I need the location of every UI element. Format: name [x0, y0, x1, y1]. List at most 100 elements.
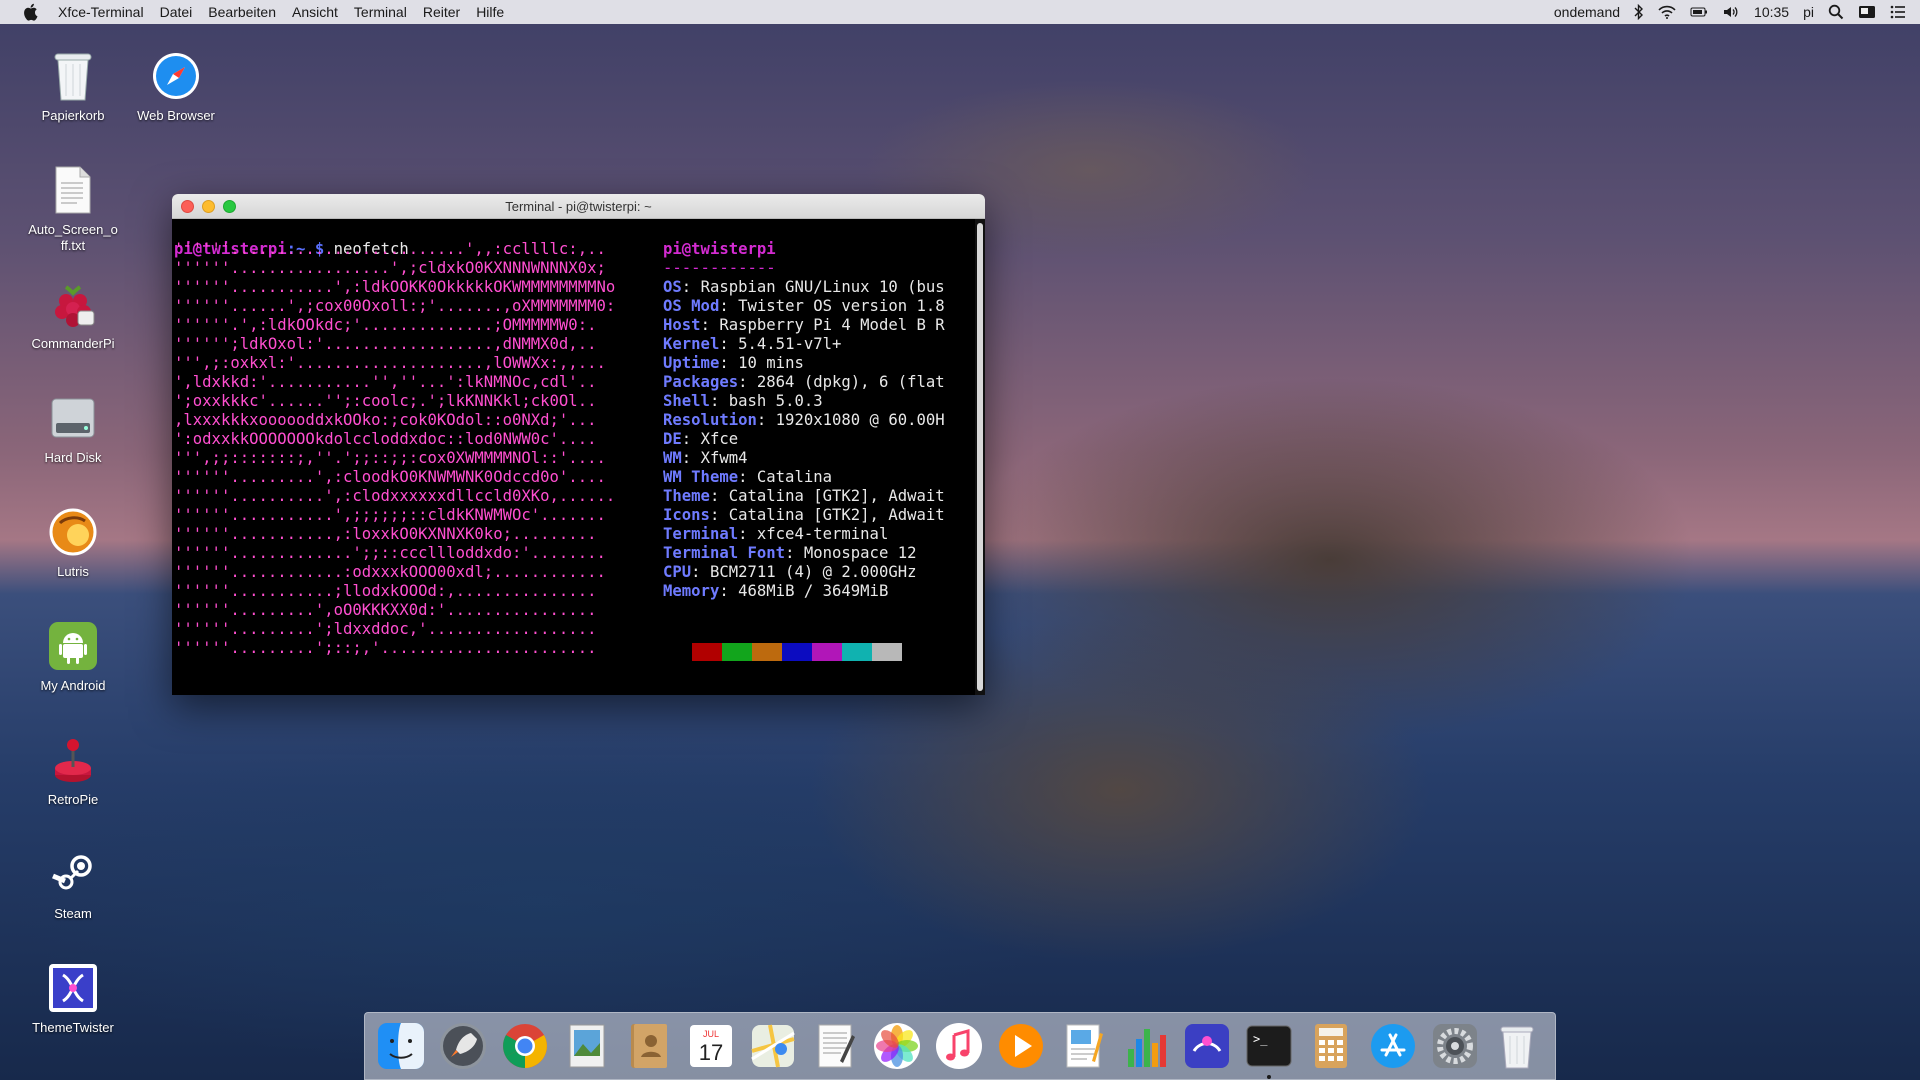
- desktop-icon-label: Hard Disk: [44, 450, 102, 465]
- info-colon: :: [785, 544, 804, 562]
- info-value: Monospace 12: [803, 544, 917, 562]
- dock-system-preferences[interactable]: [1429, 1020, 1481, 1072]
- info-key: Theme: [663, 487, 710, 505]
- dock-photos[interactable]: [871, 1020, 923, 1072]
- chrome-icon: [503, 1024, 547, 1068]
- dock-maps[interactable]: [747, 1020, 799, 1072]
- info-value: bash 5.0.3: [728, 392, 823, 410]
- dock-textedit[interactable]: [809, 1020, 861, 1072]
- dock-finder[interactable]: [375, 1020, 427, 1072]
- contacts-icon: [631, 1024, 667, 1068]
- notification-list-icon[interactable]: [1890, 5, 1906, 19]
- info-key: OS Mod: [663, 297, 720, 315]
- desktop-icon-my-android[interactable]: My Android: [13, 618, 133, 694]
- ascii-art-line: ''''''.........',oO0KKKXX0d:'...........…: [174, 601, 597, 619]
- info-colon: :: [681, 278, 701, 296]
- info-value: Raspberry Pi 4 Model B R: [719, 316, 945, 334]
- top-menu-bar: Xfce-Terminal Datei Bearbeiten Ansicht T…: [0, 0, 1920, 24]
- desktop-icon-web-browser[interactable]: Web Browser: [116, 48, 236, 124]
- info-key: Packages: [663, 373, 739, 391]
- color-swatch: [752, 643, 782, 661]
- info-value: BCM2711 (4) @ 2.000GHz: [709, 563, 917, 581]
- apple-menu-icon[interactable]: [20, 2, 40, 22]
- calendar-icon: JUL17: [690, 1025, 732, 1067]
- dock-preview[interactable]: [561, 1020, 613, 1072]
- terminal-output[interactable]: pi@twisterpi:~ $ neofetch ''''''.........…: [172, 219, 985, 695]
- terminal-window[interactable]: Terminal - pi@twisterpi: ~ pi@twisterpi:…: [172, 194, 985, 695]
- battery-icon[interactable]: [1690, 6, 1708, 18]
- desktop-icon-retropie[interactable]: RetroPie: [13, 732, 133, 808]
- dock: JUL 17 >_: [364, 1012, 1556, 1080]
- maps-icon: [751, 1024, 795, 1068]
- dock-chrome[interactable]: [499, 1020, 551, 1072]
- menu-ansicht[interactable]: Ansicht: [292, 4, 338, 20]
- menu-datei[interactable]: Datei: [160, 4, 193, 20]
- info-colon: :: [738, 468, 757, 486]
- ascii-art-line: ''''''.........',:cloodkO0KNWMWNK0Odccd0…: [174, 468, 606, 486]
- dock-themetwister[interactable]: [1181, 1020, 1233, 1072]
- dock-app-store[interactable]: [1367, 1020, 1419, 1072]
- menu-hilfe[interactable]: Hilfe: [476, 4, 504, 20]
- info-value: Catalina: [756, 468, 832, 486]
- dock-contacts[interactable]: [623, 1020, 675, 1072]
- dock-vlc[interactable]: [995, 1020, 1047, 1072]
- info-row: OS: Raspbian GNU/Linux 10 (bus: [663, 278, 945, 297]
- wifi-icon[interactable]: [1658, 5, 1676, 19]
- menu-reiter[interactable]: Reiter: [423, 4, 460, 20]
- info-row: Uptime: 10 mins: [663, 354, 945, 373]
- ascii-art-line: ''',;;:::::::;,''.';;::;;:cox0XWMMMMNOl:…: [174, 449, 606, 467]
- info-key: WM Theme: [663, 468, 739, 486]
- screen-icon[interactable]: [1858, 5, 1876, 19]
- close-button[interactable]: [181, 199, 194, 213]
- dock-terminal[interactable]: >_: [1243, 1020, 1295, 1079]
- ascii-art-line: ';oxxkkkc'......'';:coolc;.';lkKNNKkl;ck…: [174, 392, 597, 410]
- rocket-icon: [440, 1023, 486, 1069]
- info-colon: :: [756, 411, 776, 429]
- color-swatch: [812, 643, 842, 661]
- desktop-icon-commanderpi[interactable]: CommanderPi: [13, 276, 133, 352]
- lutris-icon: [45, 504, 101, 560]
- info-colon: :: [738, 525, 757, 543]
- clock[interactable]: 10:35: [1754, 4, 1789, 20]
- ascii-art-line: ''''''.........';ldxxddoc,'.............…: [174, 620, 597, 638]
- info-colon: :: [719, 297, 739, 315]
- color-swatch: [692, 643, 722, 661]
- menu-bearbeiten[interactable]: Bearbeiten: [208, 4, 276, 20]
- desktop-icon-auto-screen-off[interactable]: Auto_Screen_off.txt: [13, 162, 133, 254]
- menu-terminal[interactable]: Terminal: [354, 4, 407, 20]
- desktop-icon-lutris[interactable]: Lutris: [13, 504, 133, 580]
- dock-pages[interactable]: [1057, 1020, 1109, 1072]
- cpu-governor-indicator[interactable]: ondemand: [1554, 4, 1620, 20]
- info-row: Host: Raspberry Pi 4 Model B R: [663, 316, 945, 335]
- bluetooth-icon[interactable]: [1634, 4, 1644, 20]
- dock-trash[interactable]: [1491, 1020, 1543, 1072]
- ascii-art-line: ''''''.............';;::cccllloddxdo:'..…: [174, 544, 606, 562]
- menu-app-name[interactable]: Xfce-Terminal: [58, 4, 144, 20]
- dock-launchpad[interactable]: [437, 1020, 489, 1072]
- dock-numbers[interactable]: [1119, 1020, 1171, 1072]
- info-row: OS Mod: Twister OS version 1.8: [663, 297, 945, 316]
- search-icon[interactable]: [1828, 4, 1844, 20]
- terminal-scrollbar[interactable]: [975, 219, 985, 695]
- ascii-art-line: ''''''......',;cox00Oxoll:;'.......,oXMM…: [174, 297, 616, 315]
- ascii-art-line: ''''''.',:ldkOOkdc;'..............;OMMMM…: [174, 316, 597, 334]
- desktop-icon-steam[interactable]: Steam: [13, 846, 133, 922]
- info-key: Terminal: [663, 525, 739, 543]
- preview-icon: [569, 1024, 605, 1068]
- desktop-icon-label: RetroPie: [47, 792, 99, 807]
- maximize-button[interactable]: [223, 199, 236, 213]
- scrollbar-thumb[interactable]: [977, 223, 983, 691]
- desktop-icon-themetwister[interactable]: ThemeTwister: [13, 960, 133, 1036]
- info-row: WM Theme: Catalina: [663, 468, 945, 487]
- desktop-icon-hard-disk[interactable]: Hard Disk: [13, 390, 133, 466]
- desktop-icon-papierkorb[interactable]: Papierkorb: [13, 48, 133, 124]
- terminal-titlebar[interactable]: Terminal - pi@twisterpi: ~: [172, 194, 985, 219]
- dock-calculator[interactable]: [1305, 1020, 1357, 1072]
- volume-icon[interactable]: [1722, 5, 1740, 19]
- info-value: 1920x1080 @ 60.00H: [775, 411, 945, 429]
- dock-calendar[interactable]: JUL 17: [685, 1020, 737, 1072]
- finder-icon: [378, 1023, 424, 1069]
- dock-music[interactable]: [933, 1020, 985, 1072]
- minimize-button[interactable]: [202, 199, 215, 213]
- user-menu[interactable]: pi: [1803, 4, 1814, 20]
